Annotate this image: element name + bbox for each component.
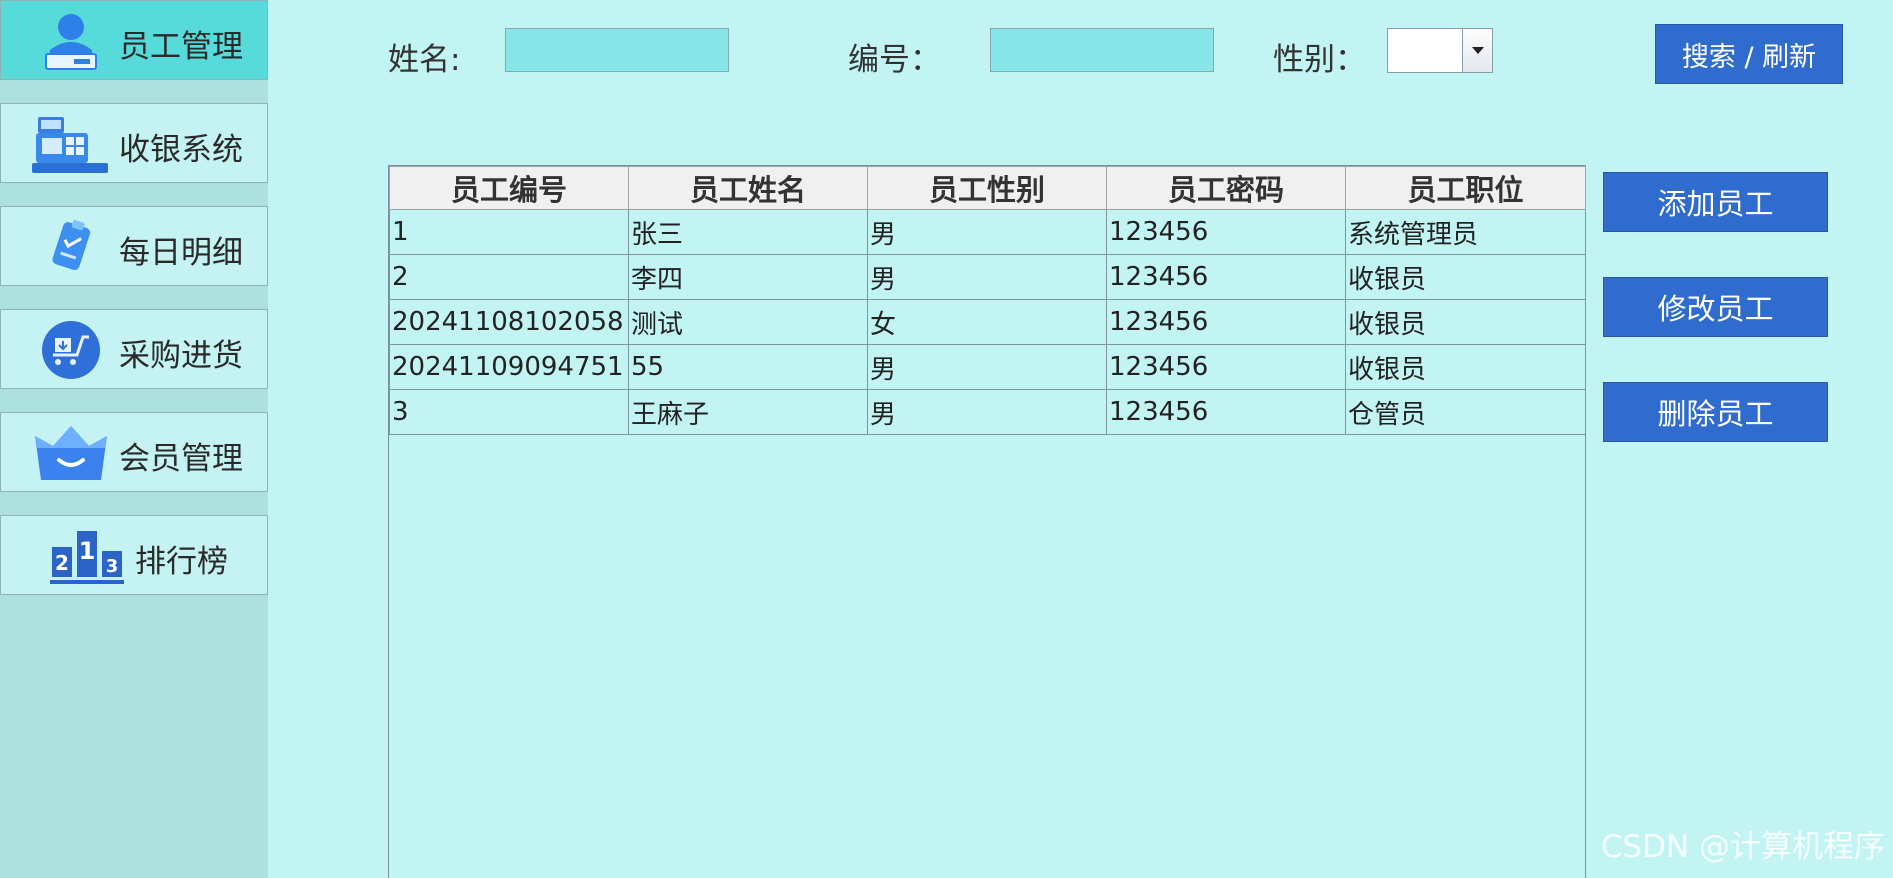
employee-icon <box>31 9 111 73</box>
table-cell: 张三 <box>628 209 868 255</box>
gender-label: 性别： <box>1273 42 1366 78</box>
sidebar-item-employee-management[interactable]: 员工管理 <box>0 0 268 80</box>
employee-table: 员工编号 员工姓名 员工性别 员工密码 员工职位 1 张三 男 123456 系… <box>388 165 1586 878</box>
column-header-password[interactable]: 员工密码 <box>1106 166 1346 210</box>
table-cell: 李四 <box>628 254 868 300</box>
sidebar-item-label: 收银系统 <box>119 132 243 168</box>
table-cell: 收银员 <box>1345 344 1586 390</box>
table-row[interactable]: 2 李四 男 123456 收银员 <box>389 254 1586 300</box>
sidebar-item-label: 采购进货 <box>119 338 243 374</box>
name-label: 姓名: <box>388 42 461 78</box>
table-cell: 20241109094751 <box>389 344 629 390</box>
sidebar-item-member-management[interactable]: 会员管理 <box>0 412 268 492</box>
table-row[interactable]: 1 张三 男 123456 系统管理员 <box>389 209 1586 255</box>
id-label: 编号： <box>848 42 941 78</box>
table-row[interactable]: 20241109094751 55 男 123456 收银员 <box>389 344 1586 390</box>
sidebar-item-label: 排行榜 <box>135 544 228 580</box>
table-cell: 男 <box>867 254 1107 300</box>
table-row[interactable]: 3 王麻子 男 123456 仓管员 <box>389 389 1586 435</box>
table-cell: 测试 <box>628 299 868 345</box>
column-header-gender[interactable]: 员工性别 <box>867 166 1107 210</box>
table-cell: 20241108102058 <box>389 299 629 345</box>
table-cell: 男 <box>867 344 1107 390</box>
column-header-position[interactable]: 员工职位 <box>1345 166 1586 210</box>
table-cell: 收银员 <box>1345 299 1586 345</box>
sidebar-item-label: 员工管理 <box>119 29 243 65</box>
search-refresh-button[interactable]: 搜索 / 刷新 <box>1655 24 1843 84</box>
column-header-id[interactable]: 员工编号 <box>389 166 629 210</box>
cash-register-icon <box>31 112 111 176</box>
table-cell: 55 <box>628 344 868 390</box>
table-row[interactable]: 20241108102058 测试 女 123456 收银员 <box>389 299 1586 345</box>
table-cell: 系统管理员 <box>1345 209 1586 255</box>
sidebar-item-leaderboard[interactable]: 2 1 3 排行榜 <box>0 515 268 595</box>
sidebar: 员工管理 收银系统 每日明细 采购进货 会员管理 2 1 3 排行榜 <box>0 0 268 878</box>
edit-employee-button[interactable]: 修改员工 <box>1603 277 1828 337</box>
table-cell: 男 <box>867 209 1107 255</box>
sidebar-item-label: 每日明细 <box>119 235 243 271</box>
clipboard-icon <box>31 215 111 279</box>
table-cell: 123456 <box>1106 299 1346 345</box>
sidebar-item-cashier-system[interactable]: 收银系统 <box>0 103 268 183</box>
sidebar-item-daily-details[interactable]: 每日明细 <box>0 206 268 286</box>
table-cell: 123456 <box>1106 209 1346 255</box>
table-cell: 1 <box>389 209 629 255</box>
table-header-row: 员工编号 员工姓名 员工性别 员工密码 员工职位 <box>389 166 1586 210</box>
table-cell: 男 <box>867 389 1107 435</box>
name-input[interactable] <box>505 28 729 72</box>
gender-select[interactable] <box>1387 28 1493 73</box>
crown-icon <box>31 421 111 485</box>
podium-rank-icon: 2 1 3 <box>47 524 127 588</box>
delete-employee-button[interactable]: 删除员工 <box>1603 382 1828 442</box>
table-cell: 123456 <box>1106 389 1346 435</box>
id-input[interactable] <box>990 28 1214 72</box>
table-cell: 女 <box>867 299 1107 345</box>
purchase-cart-icon <box>31 318 111 382</box>
table-cell: 收银员 <box>1345 254 1586 300</box>
watermark: CSDN @计算机程序 <box>1600 829 1885 865</box>
column-header-name[interactable]: 员工姓名 <box>628 166 868 210</box>
svg-text:2: 2 <box>55 551 69 575</box>
table-cell: 3 <box>389 389 629 435</box>
table-cell: 王麻子 <box>628 389 868 435</box>
svg-text:3: 3 <box>106 556 119 577</box>
table-cell: 123456 <box>1106 254 1346 300</box>
sidebar-item-label: 会员管理 <box>119 441 243 477</box>
sidebar-item-purchasing[interactable]: 采购进货 <box>0 309 268 389</box>
add-employee-button[interactable]: 添加员工 <box>1603 172 1828 232</box>
table-cell: 123456 <box>1106 344 1346 390</box>
chevron-down-icon[interactable] <box>1462 29 1492 72</box>
table-cell: 仓管员 <box>1345 389 1586 435</box>
table-cell: 2 <box>389 254 629 300</box>
svg-text:1: 1 <box>79 537 96 565</box>
